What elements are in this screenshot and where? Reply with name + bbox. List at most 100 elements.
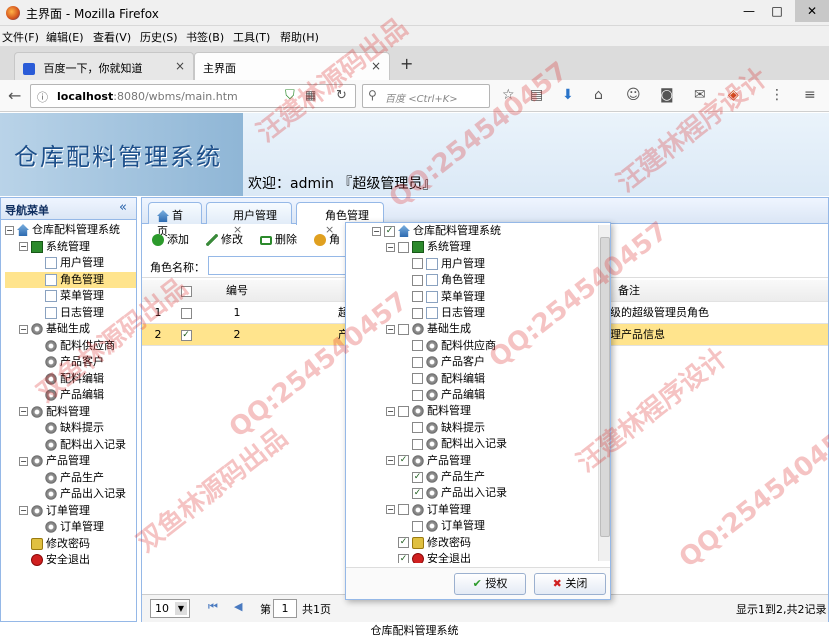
permission-checkbox[interactable] [398,504,409,516]
permission-checkbox[interactable] [412,389,423,401]
bookmark-star-icon[interactable]: ☆ [502,87,515,103]
close-window-button[interactable]: ✕ [795,0,829,22]
permission-checkbox[interactable] [412,422,423,434]
nav-item-12[interactable]: 缺料提示 [5,420,136,436]
permission-node-14[interactable]: − ✓ 产品管理 [372,453,598,469]
menu-history[interactable]: 历史(S) [140,29,178,45]
home-icon[interactable]: ⌂ [594,87,603,103]
permission-checkbox[interactable]: ✓ [412,487,423,499]
close-tab-icon[interactable]: × [175,59,185,73]
permission-node-7[interactable]: 配料供应商 [372,338,598,354]
edit-button[interactable]: 修改 [206,231,243,247]
expand-toggle-icon[interactable]: − [386,456,395,466]
nav-item-8[interactable]: 产品客户 [5,354,136,370]
nav-item-5[interactable]: 日志管理 [5,305,136,321]
permission-node-8[interactable]: 产品客户 [372,354,598,370]
nav-item-15[interactable]: 产品生产 [5,470,136,486]
download-icon[interactable]: ⬇ [562,87,574,103]
column-header-remark[interactable]: 备注 [618,280,678,302]
extension-icon[interactable]: ◈ [728,87,739,103]
nav-item-13[interactable]: 配料出入记录 [5,437,136,453]
permission-checkbox[interactable]: ✓ [412,471,423,483]
permission-checkbox[interactable]: ✓ [398,553,409,563]
nav-item-2[interactable]: 用户管理 [5,255,136,271]
permission-node-4[interactable]: 菜单管理 [372,289,598,305]
select-all-checkbox[interactable] [174,280,198,302]
expand-toggle-icon[interactable]: − [19,242,28,251]
menu-view[interactable]: 查看(V) [93,29,131,45]
pocket-icon[interactable]: ◙ [660,87,674,103]
maximize-button[interactable]: □ [763,0,791,22]
nav-item-20[interactable]: 安全退出 [5,552,136,568]
shield-icon[interactable]: ⛉ [285,88,295,103]
permission-node-3[interactable]: 角色管理 [372,272,598,288]
permission-node-1[interactable]: − 系统管理 [372,239,598,255]
scrollbar[interactable] [598,225,610,561]
column-header-num[interactable]: 编号 [202,280,272,302]
addon-icon[interactable]: ✉ [694,87,706,103]
nav-item-9[interactable]: 配料编辑 [5,371,136,387]
menu-edit[interactable]: 编辑(E) [46,29,84,45]
permission-checkbox[interactable] [398,323,409,335]
permission-checkbox[interactable] [412,340,423,352]
permission-checkbox[interactable] [398,241,409,253]
browser-tab-baidu[interactable]: 百度一下，你就知道 × [14,52,194,80]
page-number-input[interactable]: 1 [273,599,297,618]
nav-item-19[interactable]: 修改密码 [5,536,136,552]
nav-item-7[interactable]: 配料供应商 [5,338,136,354]
add-button[interactable]: 添加 [152,231,189,247]
permission-node-16[interactable]: ✓ 产品出入记录 [372,485,598,501]
nav-item-14[interactable]: − 产品管理 [5,453,136,469]
expand-toggle-icon[interactable]: − [386,406,395,416]
nav-item-0[interactable]: − 仓库配料管理系统 [5,222,136,238]
nav-item-16[interactable]: 产品出入记录 [5,486,136,502]
close-tab-icon[interactable]: × [371,59,381,73]
nav-item-10[interactable]: 产品编辑 [5,387,136,403]
row-checkbox[interactable] [174,302,198,324]
permission-checkbox[interactable] [412,291,423,303]
permission-node-17[interactable]: − 订单管理 [372,502,598,518]
menu-bookmarks[interactable]: 书签(B) [186,29,224,45]
permission-checkbox[interactable]: ✓ [398,455,409,467]
permission-node-18[interactable]: 订单管理 [372,518,598,534]
permission-checkbox[interactable]: ✓ [398,537,409,549]
permission-checkbox[interactable] [412,258,423,270]
permission-node-11[interactable]: − 配料管理 [372,403,598,419]
permission-node-5[interactable]: 日志管理 [372,305,598,321]
smile-icon[interactable]: ☺ [626,87,641,103]
nav-item-1[interactable]: − 系统管理 [5,239,136,255]
authorize-button[interactable]: ✔ 授权 [454,573,526,595]
tab-home[interactable]: 首页 [148,202,202,238]
menu-help[interactable]: 帮助(H) [280,29,319,45]
expand-toggle-icon[interactable]: − [5,225,14,235]
expand-toggle-icon[interactable]: − [372,226,381,236]
expand-toggle-icon[interactable]: − [19,456,28,466]
permission-checkbox[interactable] [412,520,423,532]
nav-item-6[interactable]: − 基础生成 [5,321,136,337]
permission-node-12[interactable]: 缺料提示 [372,420,598,436]
permission-checkbox[interactable] [412,373,423,385]
search-box[interactable]: ⚲ 百度 <Ctrl+K> [362,84,490,108]
page-size-select[interactable]: 10 ▼ [150,599,190,618]
more-tools-icon[interactable]: ⋮ [770,87,784,103]
expand-toggle-icon[interactable]: − [386,324,395,334]
menu-file[interactable]: 文件(F) [2,29,39,45]
close-button[interactable]: ✖ 关闭 [534,573,606,595]
reading-list-icon[interactable]: ▤ [530,87,543,103]
menu-tools[interactable]: 工具(T) [233,29,270,45]
url-bar[interactable]: ⓘ localhost:8080/wbms/main.htm ⛉ ▦ ↻ [30,84,356,108]
assign-button[interactable]: 角 [314,231,340,247]
permission-node-19[interactable]: ✓ 修改密码 [372,535,598,551]
qrcode-icon[interactable]: ▦ [305,88,316,102]
permission-checkbox[interactable] [412,307,423,319]
expand-toggle-icon[interactable]: − [19,506,28,515]
expand-toggle-icon[interactable]: − [19,324,28,334]
role-name-input[interactable] [208,256,348,275]
collapse-icon[interactable]: « [119,200,127,215]
permission-node-0[interactable]: − ✓ 仓库配料管理系统 [372,223,598,239]
delete-button[interactable]: 删除 [260,231,297,247]
permission-node-20[interactable]: ✓ 安全退出 [372,551,598,563]
nav-item-18[interactable]: 订单管理 [5,519,136,535]
prev-page-icon[interactable]: ◀ [234,600,242,613]
nav-item-17[interactable]: − 订单管理 [5,503,136,519]
